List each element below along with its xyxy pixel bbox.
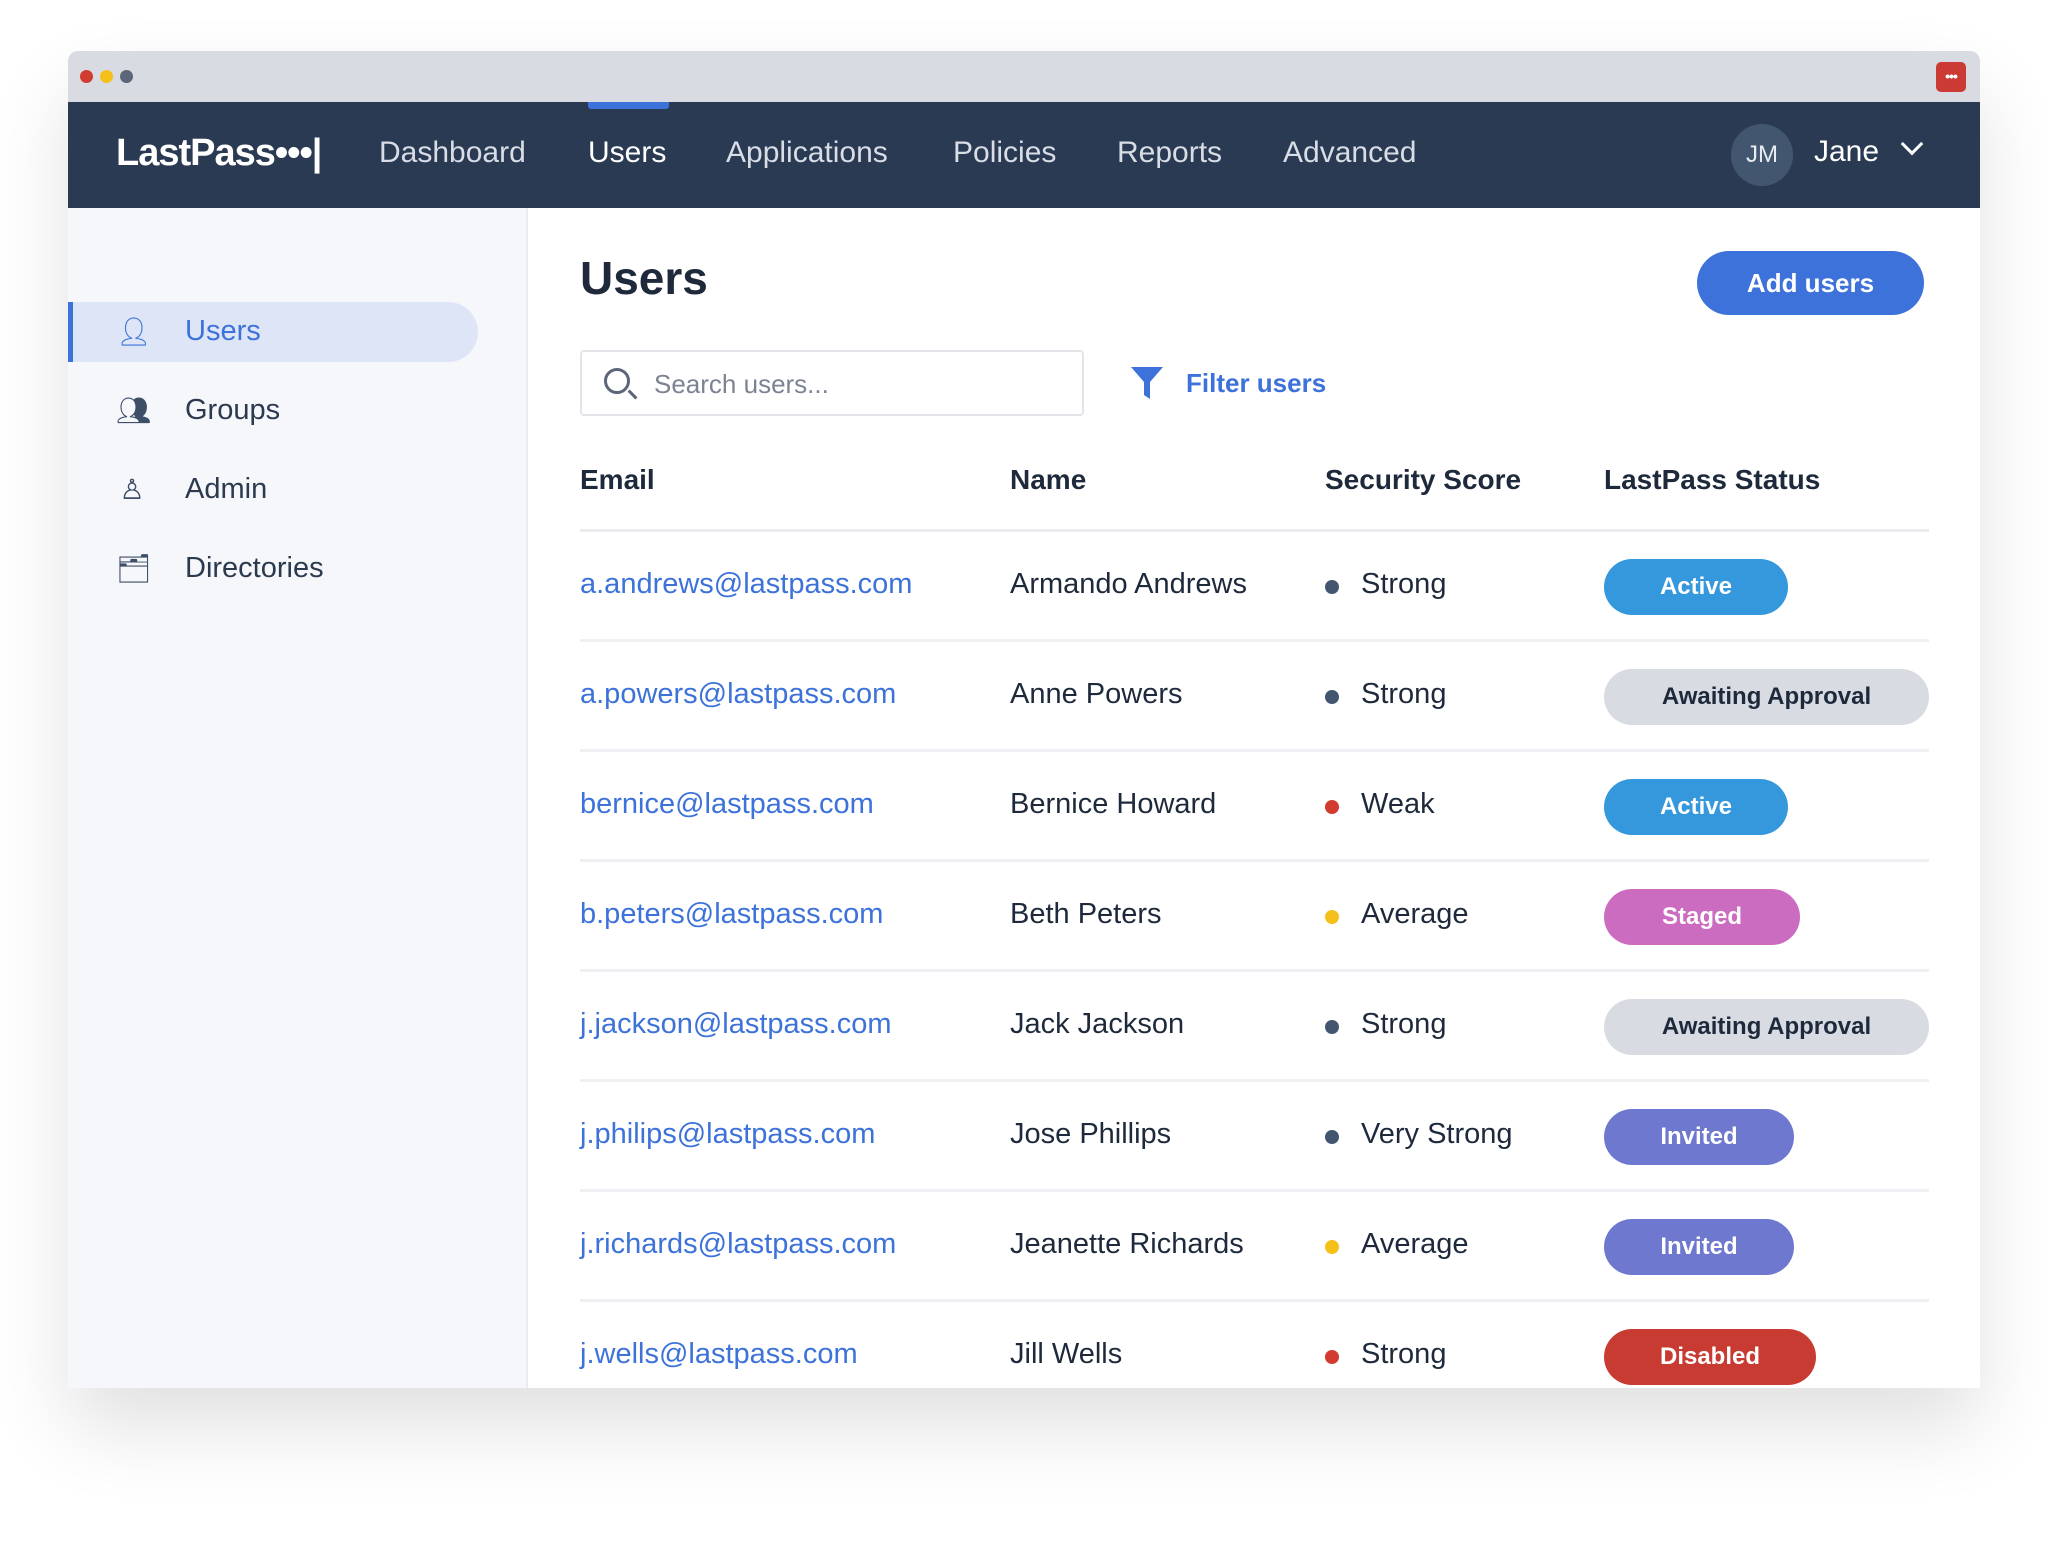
security-score-dot (1325, 910, 1339, 924)
nav-advanced[interactable]: Advanced (1283, 136, 1416, 170)
status-badge: Invited (1604, 1219, 1794, 1275)
status-badge: Awaiting Approval (1604, 999, 1929, 1055)
nav-users[interactable]: Users (588, 136, 666, 170)
directory-icon: 🗂︎ (116, 553, 148, 585)
status-badge: Disabled (1604, 1329, 1816, 1385)
filter-users-button[interactable]: Filter users (1130, 363, 1326, 403)
security-score: Strong (1361, 1338, 1446, 1371)
title-bar: ••• (68, 51, 1980, 102)
security-score: Weak (1361, 788, 1435, 821)
security-score-dot (1325, 580, 1339, 594)
security-score-dot (1325, 690, 1339, 704)
group-icon: 👥︎ (116, 395, 148, 427)
table-row[interactable]: bernice@lastpass.com Bernice Howard Weak… (580, 752, 1929, 862)
user-email-link[interactable]: j.jackson@lastpass.com (580, 1008, 892, 1041)
table-row[interactable]: j.jackson@lastpass.com Jack Jackson Stro… (580, 972, 1929, 1082)
sidebar-item-label: Users (185, 315, 261, 348)
sidebar: 👤︎ Users 👥︎ Groups ♙ Admin 🗂︎ Directorie… (68, 208, 528, 1388)
user-name: Jeanette Richards (1010, 1228, 1244, 1261)
security-score: Average (1361, 898, 1469, 931)
status-badge: Awaiting Approval (1604, 669, 1929, 725)
status-badge: Staged (1604, 889, 1800, 945)
active-tab-indicator (588, 102, 669, 109)
lastpass-extension-icon[interactable]: ••• (1936, 62, 1966, 92)
page-title: Users (580, 251, 708, 305)
status-badge: Active (1604, 559, 1788, 615)
user-menu-name[interactable]: Jane (1814, 135, 1879, 169)
admin-icon: ♙ (116, 474, 148, 506)
filter-icon (1130, 365, 1164, 401)
security-score-dot (1325, 1020, 1339, 1034)
user-name: Armando Andrews (1010, 568, 1247, 601)
sidebar-item-label: Directories (185, 552, 324, 585)
chevron-down-icon[interactable] (1901, 133, 1924, 156)
column-header-email[interactable]: Email (580, 464, 655, 496)
top-nav: LastPass•••| Dashboard Users Application… (68, 102, 1980, 208)
user-email-link[interactable]: j.wells@lastpass.com (580, 1338, 858, 1371)
user-email-link[interactable]: bernice@lastpass.com (580, 788, 874, 821)
maximize-window-button[interactable] (120, 70, 133, 83)
user-icon: 👤︎ (116, 316, 148, 348)
column-header-security-score[interactable]: Security Score (1325, 464, 1521, 496)
nav-applications[interactable]: Applications (726, 136, 888, 170)
nav-policies[interactable]: Policies (953, 136, 1056, 170)
search-icon (604, 368, 630, 394)
security-score: Strong (1361, 678, 1446, 711)
user-email-link[interactable]: j.richards@lastpass.com (580, 1228, 896, 1261)
sidebar-item-directories[interactable]: 🗂︎ Directories (68, 539, 478, 599)
lastpass-logo[interactable]: LastPass•••| (116, 132, 321, 175)
security-score: Average (1361, 1228, 1469, 1261)
user-name: Beth Peters (1010, 898, 1162, 931)
nav-reports[interactable]: Reports (1117, 136, 1222, 170)
sidebar-item-groups[interactable]: 👥︎ Groups (68, 381, 478, 441)
user-email-link[interactable]: j.philips@lastpass.com (580, 1118, 875, 1151)
minimize-window-button[interactable] (100, 70, 113, 83)
security-score-dot (1325, 1130, 1339, 1144)
security-score-dot (1325, 1350, 1339, 1364)
sidebar-item-label: Admin (185, 473, 267, 506)
sidebar-item-label: Groups (185, 394, 280, 427)
table-row[interactable]: j.philips@lastpass.com Jose Phillips Ver… (580, 1082, 1929, 1192)
user-email-link[interactable]: a.powers@lastpass.com (580, 678, 896, 711)
security-score-dot (1325, 1240, 1339, 1254)
search-box (580, 350, 1084, 416)
user-email-link[interactable]: b.peters@lastpass.com (580, 898, 883, 931)
close-window-button[interactable] (80, 70, 93, 83)
user-name: Jose Phillips (1010, 1118, 1171, 1151)
user-name: Jack Jackson (1010, 1008, 1184, 1041)
status-badge: Active (1604, 779, 1788, 835)
nav-dashboard[interactable]: Dashboard (379, 136, 526, 170)
sidebar-item-users[interactable]: 👤︎ Users (68, 302, 478, 362)
user-email-link[interactable]: a.andrews@lastpass.com (580, 568, 912, 601)
status-badge: Invited (1604, 1109, 1794, 1165)
table-row[interactable]: b.peters@lastpass.com Beth Peters Averag… (580, 862, 1929, 972)
table-row[interactable]: a.powers@lastpass.com Anne Powers Strong… (580, 642, 1929, 752)
table-row[interactable]: a.andrews@lastpass.com Armando Andrews S… (580, 532, 1929, 642)
security-score: Strong (1361, 568, 1446, 601)
table-row[interactable]: j.richards@lastpass.com Jeanette Richard… (580, 1192, 1929, 1302)
filter-users-label: Filter users (1186, 368, 1326, 399)
security-score-dot (1325, 800, 1339, 814)
column-header-name[interactable]: Name (1010, 464, 1086, 496)
user-name: Bernice Howard (1010, 788, 1216, 821)
security-score: Strong (1361, 1008, 1446, 1041)
avatar[interactable]: JM (1731, 124, 1793, 186)
user-name: Jill Wells (1010, 1338, 1122, 1371)
security-score: Very Strong (1361, 1118, 1513, 1151)
column-header-lastpass-status[interactable]: LastPass Status (1604, 464, 1820, 496)
add-users-button[interactable]: Add users (1697, 251, 1924, 315)
search-input[interactable] (654, 364, 1054, 404)
table-row[interactable]: j.wells@lastpass.com Jill Wells Strong D… (580, 1302, 1929, 1388)
sidebar-item-admin[interactable]: ♙ Admin (68, 460, 478, 520)
browser-window: ••• LastPass•••| Dashboard Users Applica… (68, 51, 1980, 1388)
user-name: Anne Powers (1010, 678, 1183, 711)
